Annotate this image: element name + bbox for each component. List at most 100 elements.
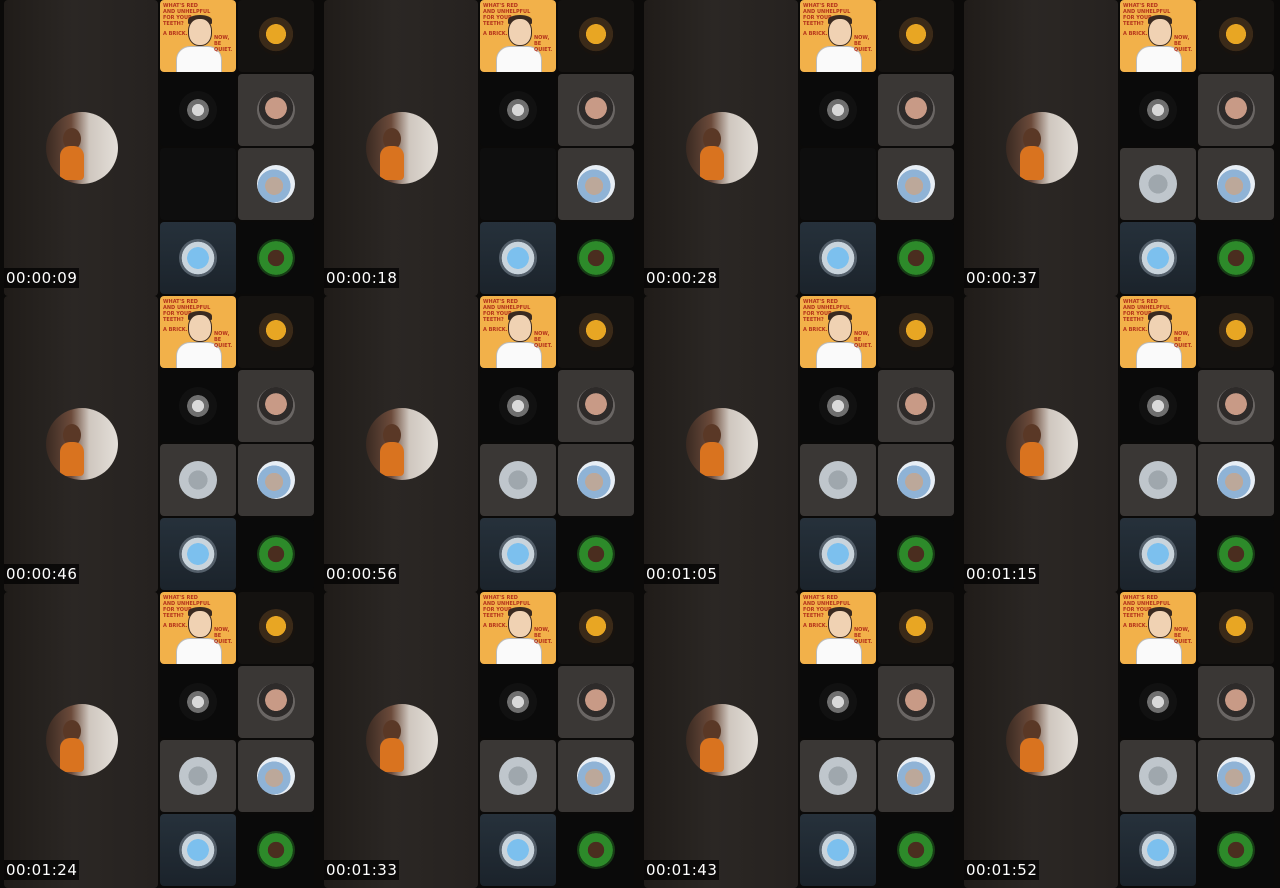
participant-tile[interactable] [480, 148, 556, 220]
participant-tile[interactable] [800, 370, 876, 442]
participant-tile[interactable] [238, 518, 314, 590]
participant-tile[interactable] [160, 444, 236, 516]
participant-tile[interactable] [238, 666, 314, 738]
participant-tile[interactable] [238, 222, 314, 294]
participant-tile[interactable] [238, 592, 314, 664]
main-speaker-tile[interactable] [4, 592, 158, 888]
participant-tile[interactable] [558, 0, 634, 72]
participant-tile[interactable] [558, 592, 634, 664]
participant-tile[interactable] [800, 444, 876, 516]
participant-tile[interactable] [1198, 148, 1274, 220]
participant-tile[interactable] [1198, 296, 1274, 368]
participant-tile[interactable] [1120, 518, 1196, 590]
participant-tile[interactable] [238, 296, 314, 368]
participant-tile[interactable] [558, 814, 634, 886]
participant-tile[interactable] [238, 74, 314, 146]
participant-tile[interactable] [558, 444, 634, 516]
participant-tile[interactable] [1120, 222, 1196, 294]
participant-tile[interactable] [480, 222, 556, 294]
main-speaker-tile[interactable] [644, 592, 798, 888]
main-speaker-tile[interactable] [964, 296, 1118, 592]
participant-tile[interactable] [1120, 148, 1196, 220]
meme-participant-tile[interactable]: WHAT'S RED AND UNHELPFUL FOR YOUR TEETH?… [1120, 0, 1196, 72]
participant-tile[interactable] [1120, 740, 1196, 812]
participant-tile[interactable] [160, 814, 236, 886]
participant-tile[interactable] [238, 148, 314, 220]
participant-tile[interactable] [160, 666, 236, 738]
main-speaker-tile[interactable] [4, 296, 158, 592]
participant-tile[interactable] [1198, 74, 1274, 146]
meme-participant-tile[interactable]: WHAT'S RED AND UNHELPFUL FOR YOUR TEETH?… [480, 0, 556, 72]
participant-tile[interactable] [1198, 444, 1274, 516]
main-speaker-tile[interactable] [324, 296, 478, 592]
participant-tile[interactable] [800, 148, 876, 220]
meme-participant-tile[interactable]: WHAT'S RED AND UNHELPFUL FOR YOUR TEETH?… [160, 0, 236, 72]
participant-tile[interactable] [1198, 666, 1274, 738]
participant-tile[interactable] [480, 518, 556, 590]
main-speaker-tile[interactable] [964, 592, 1118, 888]
participant-tile[interactable] [878, 222, 954, 294]
participant-tile[interactable] [558, 222, 634, 294]
main-speaker-tile[interactable] [4, 0, 158, 296]
participant-tile[interactable] [558, 148, 634, 220]
participant-tile[interactable] [878, 370, 954, 442]
meme-participant-tile[interactable]: WHAT'S RED AND UNHELPFUL FOR YOUR TEETH?… [1120, 296, 1196, 368]
meme-participant-tile[interactable]: WHAT'S RED AND UNHELPFUL FOR YOUR TEETH?… [480, 592, 556, 664]
participant-tile[interactable] [238, 370, 314, 442]
participant-tile[interactable] [1198, 740, 1274, 812]
meme-participant-tile[interactable]: WHAT'S RED AND UNHELPFUL FOR YOUR TEETH?… [160, 296, 236, 368]
participant-tile[interactable] [238, 444, 314, 516]
participant-tile[interactable] [800, 666, 876, 738]
main-speaker-tile[interactable] [324, 0, 478, 296]
participant-tile[interactable] [480, 740, 556, 812]
participant-tile[interactable] [878, 666, 954, 738]
participant-tile[interactable] [1120, 666, 1196, 738]
participant-tile[interactable] [1120, 74, 1196, 146]
meme-participant-tile[interactable]: WHAT'S RED AND UNHELPFUL FOR YOUR TEETH?… [800, 296, 876, 368]
participant-tile[interactable] [558, 518, 634, 590]
participant-tile[interactable] [1120, 370, 1196, 442]
participant-tile[interactable] [878, 814, 954, 886]
participant-tile[interactable] [878, 444, 954, 516]
participant-tile[interactable] [1120, 814, 1196, 886]
participant-tile[interactable] [160, 222, 236, 294]
participant-tile[interactable] [480, 814, 556, 886]
participant-tile[interactable] [480, 666, 556, 738]
participant-tile[interactable] [878, 740, 954, 812]
participant-tile[interactable] [878, 296, 954, 368]
participant-tile[interactable] [558, 370, 634, 442]
participant-tile[interactable] [160, 74, 236, 146]
participant-tile[interactable] [878, 74, 954, 146]
participant-tile[interactable] [1198, 222, 1274, 294]
participant-tile[interactable] [800, 518, 876, 590]
main-speaker-tile[interactable] [324, 592, 478, 888]
participant-tile[interactable] [800, 740, 876, 812]
participant-tile[interactable] [878, 518, 954, 590]
participant-tile[interactable] [558, 666, 634, 738]
participant-tile[interactable] [160, 740, 236, 812]
meme-participant-tile[interactable]: WHAT'S RED AND UNHELPFUL FOR YOUR TEETH?… [800, 0, 876, 72]
participant-tile[interactable] [480, 370, 556, 442]
meme-participant-tile[interactable]: WHAT'S RED AND UNHELPFUL FOR YOUR TEETH?… [800, 592, 876, 664]
participant-tile[interactable] [1198, 592, 1274, 664]
main-speaker-tile[interactable] [964, 0, 1118, 296]
participant-tile[interactable] [238, 0, 314, 72]
participant-tile[interactable] [558, 296, 634, 368]
participant-tile[interactable] [480, 444, 556, 516]
participant-tile[interactable] [800, 74, 876, 146]
participant-tile[interactable] [160, 148, 236, 220]
meme-participant-tile[interactable]: WHAT'S RED AND UNHELPFUL FOR YOUR TEETH?… [160, 592, 236, 664]
participant-tile[interactable] [800, 814, 876, 886]
main-speaker-tile[interactable] [644, 0, 798, 296]
participant-tile[interactable] [878, 592, 954, 664]
participant-tile[interactable] [1198, 370, 1274, 442]
participant-tile[interactable] [878, 148, 954, 220]
meme-participant-tile[interactable]: WHAT'S RED AND UNHELPFUL FOR YOUR TEETH?… [480, 296, 556, 368]
participant-tile[interactable] [558, 740, 634, 812]
participant-tile[interactable] [160, 370, 236, 442]
participant-tile[interactable] [800, 222, 876, 294]
participant-tile[interactable] [1120, 444, 1196, 516]
participant-tile[interactable] [480, 74, 556, 146]
participant-tile[interactable] [160, 518, 236, 590]
participant-tile[interactable] [1198, 518, 1274, 590]
